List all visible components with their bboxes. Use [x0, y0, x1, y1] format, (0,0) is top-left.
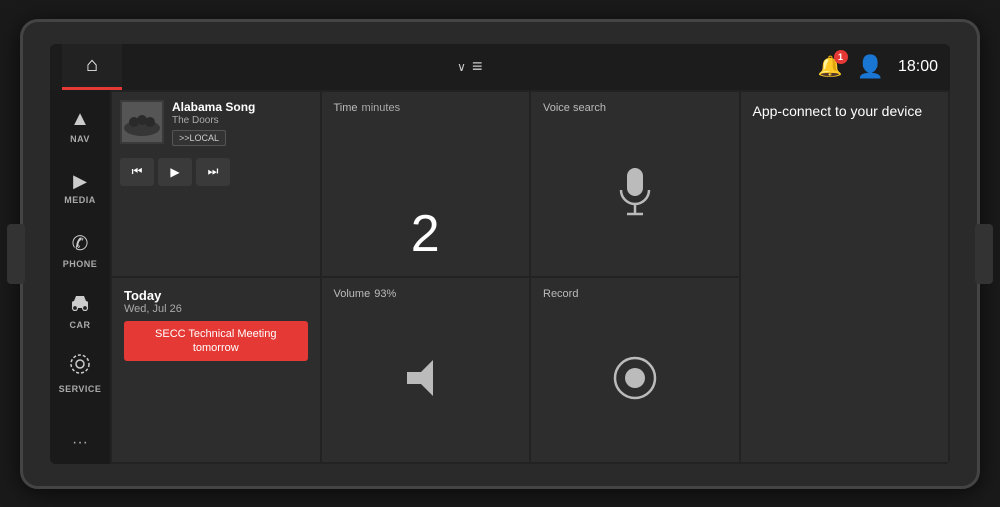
volume-percent: 93%: [374, 288, 396, 300]
mic-icon: [543, 118, 727, 266]
record-title: Record: [543, 288, 727, 300]
music-tile[interactable]: Alabama Song The Doors >>LOCAL ⏮ ▶ ⏭: [112, 92, 320, 276]
sidebar-item-media[interactable]: ▶ MEDIA: [52, 158, 108, 218]
phone-icon: ✆: [72, 231, 89, 256]
time-header: Time minutes: [334, 102, 518, 118]
home-tab[interactable]: ⌂: [62, 44, 122, 90]
date-tile[interactable]: Today Wed, Jul 26 SECC Technical Meeting…: [112, 278, 320, 462]
voice-tile-title: Voice search: [543, 102, 727, 114]
album-silhouette: [120, 100, 164, 144]
sidebar-label-phone: PHONE: [63, 259, 98, 269]
media-icon: ▶: [73, 171, 87, 192]
bell-badge: 1: [834, 50, 848, 64]
app-connect-title: App-connect to your device: [753, 102, 923, 122]
record-icon: [543, 304, 727, 452]
screen: ⌂ ∨ ≡ 🔔 1 👤 18:00 ▲ NAV: [50, 44, 950, 464]
app-connect-inner: App-connect to your device: [753, 102, 923, 452]
prev-button[interactable]: ⏮: [120, 158, 154, 186]
top-bar: ⌂ ∨ ≡ 🔔 1 👤 18:00: [50, 44, 950, 90]
sidebar-more[interactable]: ···: [72, 434, 88, 452]
event-box: SECC Technical Meeting tomorrow: [124, 321, 308, 362]
date-today: Today: [124, 288, 308, 303]
sidebar-item-service[interactable]: SERVICE: [52, 344, 108, 404]
menu-icon[interactable]: ≡: [472, 56, 483, 77]
music-top: Alabama Song The Doors >>LOCAL: [120, 100, 312, 146]
time-unit: minutes: [362, 102, 401, 114]
home-icon: ⌂: [86, 54, 98, 77]
clock-display: 18:00: [898, 58, 938, 76]
date-tile-inner: Today Wed, Jul 26 SECC Technical Meeting…: [124, 288, 308, 452]
voice-tile-inner: Voice search: [543, 102, 727, 266]
top-bar-right: 🔔 1 👤 18:00: [818, 54, 938, 80]
voice-tile[interactable]: Voice search: [531, 92, 739, 276]
grid-area: Alabama Song The Doors >>LOCAL ⏮ ▶ ⏭: [110, 90, 950, 464]
next-button[interactable]: ⏭: [196, 158, 230, 186]
sidebar-item-car[interactable]: CAR: [52, 282, 108, 342]
music-tile-inner: Alabama Song The Doors >>LOCAL ⏮ ▶ ⏭: [120, 100, 312, 268]
album-art: [120, 100, 164, 144]
music-info: Alabama Song The Doors >>LOCAL: [172, 100, 312, 146]
local-button[interactable]: >>LOCAL: [172, 130, 226, 146]
app-connect-tile[interactable]: App-connect to your device: [741, 92, 949, 462]
car-icon: [69, 294, 91, 317]
play-button[interactable]: ▶: [158, 158, 192, 186]
date-subtitle: Wed, Jul 26: [124, 303, 308, 315]
time-tile[interactable]: Time minutes 2: [322, 92, 530, 276]
sidebar-label-service: SERVICE: [59, 384, 102, 394]
record-tile-inner: Record: [543, 288, 727, 452]
service-icon: [69, 353, 91, 381]
chevron-icon: ∨: [457, 60, 466, 74]
mount-left: [7, 224, 25, 284]
time-tile-inner: Time minutes 2: [334, 102, 518, 266]
record-tile[interactable]: Record: [531, 278, 739, 462]
volume-title: Volume: [334, 288, 371, 300]
song-title: Alabama Song: [172, 100, 312, 114]
playback-controls: ⏮ ▶ ⏭: [120, 158, 312, 186]
sidebar-label-nav: NAV: [70, 134, 90, 144]
volume-tile[interactable]: Volume 93%: [322, 278, 530, 462]
volume-tile-inner: Volume 93%: [334, 288, 518, 452]
song-artist: The Doors: [172, 115, 312, 126]
main-content: ▲ NAV ▶ MEDIA ✆ PHONE: [50, 90, 950, 464]
sidebar-label-car: CAR: [70, 320, 91, 330]
sidebar: ▲ NAV ▶ MEDIA ✆ PHONE: [50, 90, 110, 464]
volume-header: Volume 93%: [334, 288, 518, 304]
time-tile-title: Time: [334, 102, 358, 114]
nav-icon: ▲: [70, 108, 90, 131]
time-value: 2: [334, 118, 518, 266]
device-frame: ⌂ ∨ ≡ 🔔 1 👤 18:00 ▲ NAV: [20, 19, 980, 489]
mount-right: [975, 224, 993, 284]
top-bar-center: ∨ ≡: [122, 56, 818, 77]
sidebar-item-nav[interactable]: ▲ NAV: [52, 96, 108, 156]
user-icon[interactable]: 👤: [857, 54, 884, 80]
bell-wrap[interactable]: 🔔 1: [818, 54, 843, 79]
sidebar-label-media: MEDIA: [64, 195, 96, 205]
volume-icon: [334, 304, 518, 452]
sidebar-item-phone[interactable]: ✆ PHONE: [52, 220, 108, 280]
